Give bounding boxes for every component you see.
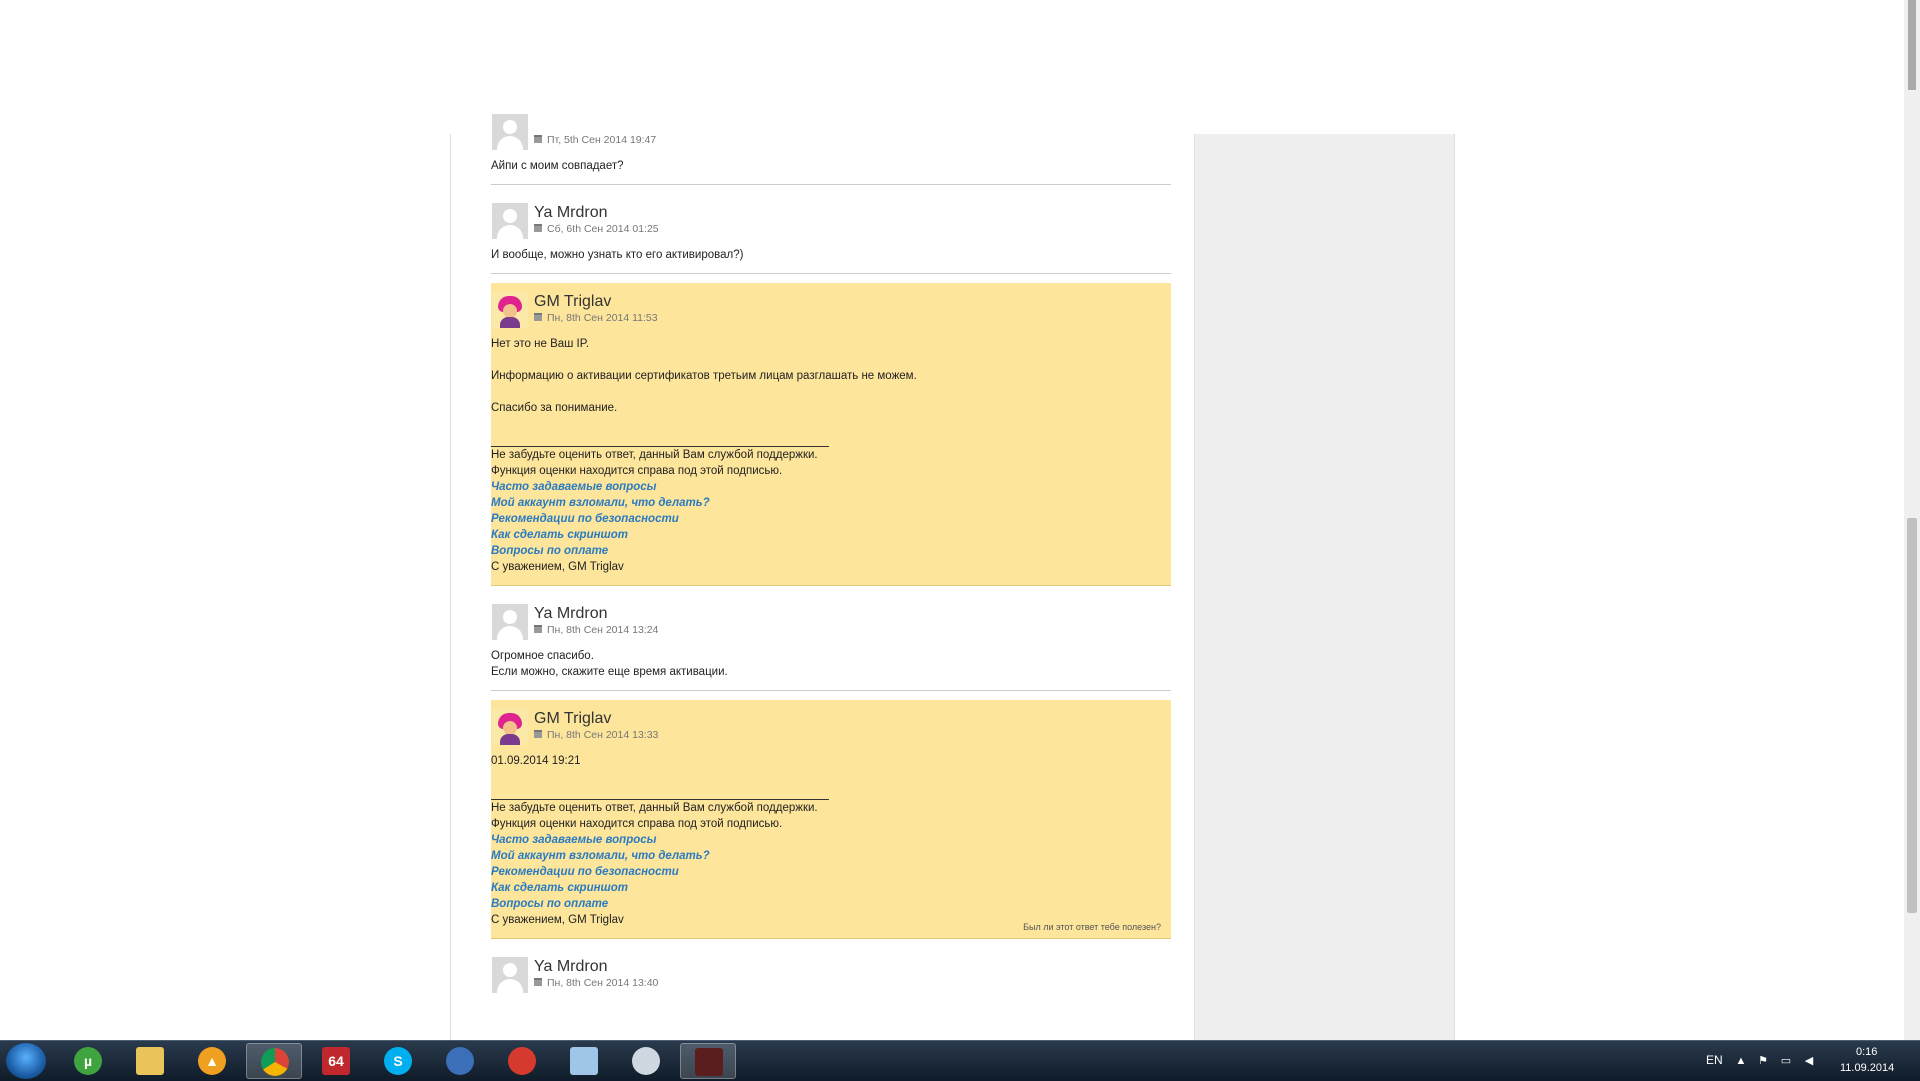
volume-icon[interactable]: ◀ xyxy=(1803,1055,1815,1067)
faq-link[interactable]: Часто задаваемые вопросы xyxy=(491,832,1171,848)
windows-start-button[interactable] xyxy=(6,1043,46,1079)
calendar-icon xyxy=(534,313,542,321)
calendar-icon xyxy=(534,224,542,232)
explorer-taskbar-icon[interactable] xyxy=(122,1043,178,1079)
post-author: GM Triglav xyxy=(534,710,612,727)
ccleaner-taskbar-icon[interactable] xyxy=(494,1043,550,1079)
avatar xyxy=(492,203,528,239)
helmet-icon xyxy=(632,1047,660,1075)
language-indicator[interactable]: EN xyxy=(1706,1053,1723,1067)
post-body: Айпи с моим совпадает? xyxy=(491,160,624,172)
notepad-icon xyxy=(570,1047,598,1075)
post-body: Огромное спасибо. Если можно, скажите ещ… xyxy=(491,650,728,678)
payment-questions-link[interactable]: Вопросы по оплате xyxy=(491,543,1171,559)
scrollbar-thumb[interactable] xyxy=(1907,518,1917,913)
skype-icon: S xyxy=(384,1047,412,1075)
action-center-flag-icon[interactable]: ⚑ xyxy=(1757,1055,1769,1067)
clock-time[interactable]: 0:16 xyxy=(1856,1046,1877,1058)
game-taskbar-icon[interactable] xyxy=(680,1043,736,1079)
helmet-app-taskbar-icon[interactable] xyxy=(618,1043,674,1079)
post-author: GM Triglav xyxy=(534,293,612,310)
post-date: Пн, 8th Сен 2014 13:33 xyxy=(534,729,658,741)
avatar xyxy=(492,957,528,993)
security-tips-link[interactable]: Рекомендации по безопасности xyxy=(491,511,1171,527)
avatar xyxy=(492,114,528,150)
hacked-account-link[interactable]: Мой аккаунт взломали, что делать? xyxy=(491,848,1171,864)
hacked-account-link[interactable]: Мой аккаунт взломали, что делать? xyxy=(491,495,1171,511)
chrome-icon xyxy=(261,1048,289,1076)
ccleaner-icon xyxy=(508,1047,536,1075)
post-date: Пн, 8th Сен 2014 13:24 xyxy=(534,624,658,636)
post-body: И вообще, можно узнать кто его активиров… xyxy=(491,249,744,261)
tray-expand-icon[interactable]: ▲ xyxy=(1735,1055,1747,1067)
utorrent-taskbar-icon[interactable]: µ xyxy=(60,1043,116,1079)
network-icon[interactable]: ▭ xyxy=(1780,1055,1792,1067)
aida64-taskbar-icon[interactable]: 64 xyxy=(308,1043,364,1079)
ticket-reply: Пт, 5th Сен 2014 19:47 Айпи с моим совпа… xyxy=(491,114,1171,185)
security-tips-link[interactable]: Рекомендации по безопасности xyxy=(491,864,1171,880)
scrollbar-marker xyxy=(1908,0,1916,90)
browser-page: Пт, 5th Сен 2014 19:47 Айпи с моим совпа… xyxy=(0,0,1904,1040)
right-sidebar xyxy=(1194,134,1454,1040)
post-date: Сб, 6th Сен 2014 01:25 xyxy=(534,223,659,235)
calendar-icon xyxy=(534,625,542,633)
chrome-taskbar-icon[interactable] xyxy=(246,1043,302,1079)
calendar-icon xyxy=(534,730,542,738)
staff-reply: GM Triglav Пн, 8th Сен 2014 11:53 Нет эт… xyxy=(491,283,1171,586)
aimp-icon: ▲ xyxy=(198,1047,226,1075)
faq-link[interactable]: Часто задаваемые вопросы xyxy=(491,479,1171,495)
ticket-reply: Ya Mrdron Пн, 8th Сен 2014 13:40 xyxy=(491,939,1171,1001)
game-icon xyxy=(695,1048,723,1076)
staff-reply: GM Triglav Пн, 8th Сен 2014 13:33 01.09.… xyxy=(491,700,1171,939)
payment-questions-link[interactable]: Вопросы по оплате xyxy=(491,896,1171,912)
blue-app-icon xyxy=(446,1047,474,1075)
ticket-reply: Ya Mrdron Пн, 8th Сен 2014 13:24 Огромно… xyxy=(491,586,1171,691)
post-date: Пн, 8th Сен 2014 13:40 xyxy=(534,977,658,989)
post-body: Нет это не Ваш IP. Информацию о активаци… xyxy=(491,336,1171,585)
post-author: Ya Mrdron xyxy=(534,605,608,622)
skype-taskbar-icon[interactable]: S xyxy=(370,1043,426,1079)
ticket-thread: Пт, 5th Сен 2014 19:47 Айпи с моим совпа… xyxy=(491,114,1171,1001)
aimp-taskbar-icon[interactable]: ▲ xyxy=(184,1043,240,1079)
windows-taskbar: µ ▲ 64 S EN ▲ ⚑ ▭ ◀ 0:16 11.09.2014 xyxy=(0,1040,1920,1081)
calendar-icon xyxy=(534,978,542,986)
avatar xyxy=(492,604,528,640)
gm-avatar xyxy=(492,292,528,328)
calendar-icon xyxy=(534,135,542,143)
screenshot-howto-link[interactable]: Как сделать скриншот xyxy=(491,527,1171,543)
post-body: 01.09.2014 19:21 Не забудьте оценить отв… xyxy=(491,753,1171,938)
notepad-taskbar-icon[interactable] xyxy=(556,1043,612,1079)
clock-date[interactable]: 11.09.2014 xyxy=(1840,1062,1894,1074)
helpful-prompt[interactable]: Был ли этот ответ тебе полезен? xyxy=(1023,922,1161,932)
post-author: Ya Mrdron xyxy=(534,204,608,221)
post-date: Пт, 5th Сен 2014 19:47 xyxy=(534,134,656,146)
page-scrollbar[interactable] xyxy=(1904,0,1920,1040)
post-date: Пн, 8th Сен 2014 11:53 xyxy=(534,312,658,324)
screenshot-howto-link[interactable]: Как сделать скриншот xyxy=(491,880,1171,896)
post-author: Ya Mrdron xyxy=(534,958,608,975)
aida64-icon: 64 xyxy=(322,1047,350,1075)
ticket-reply: Ya Mrdron Сб, 6th Сен 2014 01:25 И вообщ… xyxy=(491,185,1171,274)
blue-app-taskbar-icon[interactable] xyxy=(432,1043,488,1079)
ticket-content: Пт, 5th Сен 2014 19:47 Айпи с моим совпа… xyxy=(450,114,1455,1040)
folder-icon xyxy=(136,1047,164,1075)
gm-avatar xyxy=(492,709,528,745)
utorrent-icon: µ xyxy=(74,1047,102,1075)
